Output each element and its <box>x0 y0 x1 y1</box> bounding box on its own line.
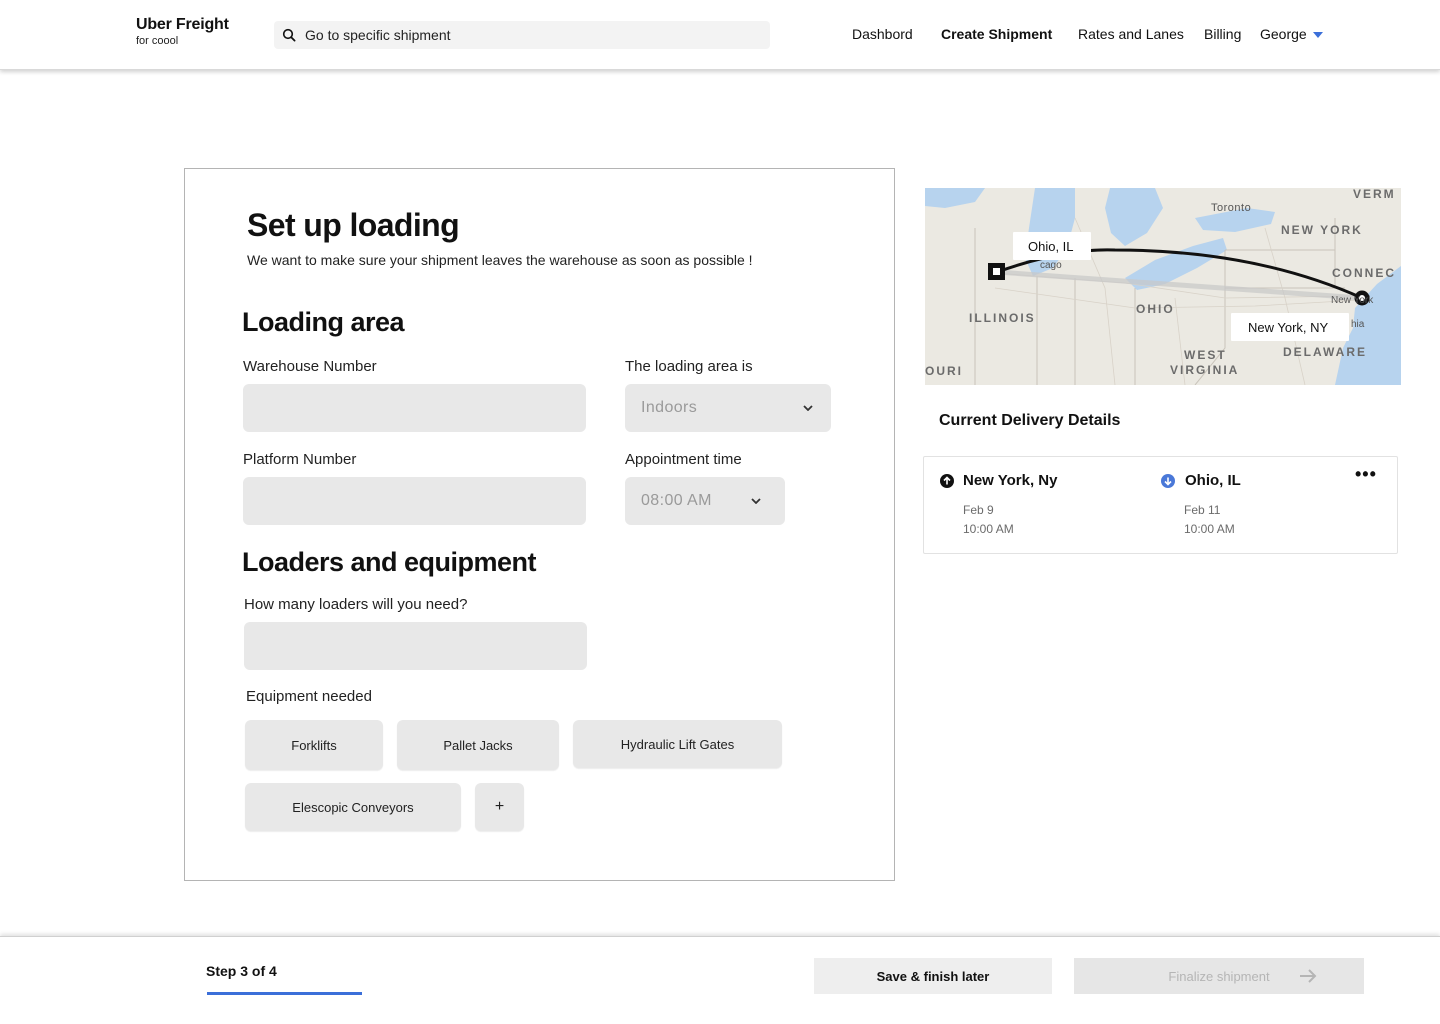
finalize-shipment-label: Finalize shipment <box>1168 968 1270 984</box>
route-map[interactable]: Toronto NEW YORK VERM CONNEC ILLINOIS OH… <box>925 188 1401 385</box>
map-label-connecticut: CONNEC <box>1332 266 1396 280</box>
appointment-time-select[interactable]: 08:00 AM <box>625 477 785 525</box>
dropoff-arrow-down-icon <box>1161 474 1175 488</box>
origin-callout-text: Ohio, IL <box>1028 239 1074 254</box>
equipment-chip-conveyors[interactable]: Elescopic Conveyors <box>245 783 461 831</box>
loaders-heading: Loaders and equipment <box>242 547 537 577</box>
dropoff-time: 10:00 AM <box>1184 522 1235 536</box>
loaders-count-label: How many loaders will you need? <box>244 596 468 613</box>
page-title: Set up loading <box>247 207 460 243</box>
page-subtitle: We want to make sure your shipment leave… <box>247 252 753 268</box>
map-label-illinois: ILLINOIS <box>969 311 1036 325</box>
loading-area-value: Indoors <box>641 399 698 416</box>
dropoff-date: Feb 11 <box>1184 503 1221 517</box>
nav-create-shipment[interactable]: Create Shipment <box>941 26 1052 42</box>
loaders-count-input[interactable] <box>244 622 587 670</box>
map-label-philadelphia: hia <box>1351 319 1365 330</box>
pickup-time: 10:00 AM <box>963 522 1014 536</box>
equipment-chip-hydraulic-lift-gates[interactable]: Hydraulic Lift Gates <box>573 720 782 768</box>
caret-down-icon <box>1312 32 1323 38</box>
map-label-chicago: cago <box>1040 260 1062 271</box>
map-label-toronto: Toronto <box>1211 202 1251 214</box>
top-navbar: Uber Freight for coool Dashbord Create S… <box>0 0 1440 70</box>
delivery-details-card: New York, Ny Feb 9 10:00 AM Ohio, IL Feb… <box>923 456 1398 554</box>
equipment-chip-pallet-jacks[interactable]: Pallet Jacks <box>397 720 559 770</box>
map-label-new-york-city: New York <box>1331 295 1374 306</box>
brand-subtitle: for coool <box>136 35 179 47</box>
chevron-down-icon <box>803 405 813 411</box>
step-indicator: Step 3 of 4 <box>206 963 277 979</box>
platform-number-input[interactable] <box>243 477 586 525</box>
map-label-delaware: DELAWARE <box>1283 345 1367 359</box>
map-label-virginia: VIRGINIA <box>1170 363 1239 377</box>
warehouse-number-field[interactable] <box>243 384 586 432</box>
search-icon <box>282 28 296 42</box>
save-finish-later-label: Save & finish later <box>876 968 990 984</box>
search-input[interactable] <box>305 27 745 43</box>
map-label-west: WEST <box>1184 348 1227 362</box>
more-options-icon[interactable]: ••• <box>1355 465 1377 483</box>
brand-name: Uber Freight <box>136 16 229 33</box>
pickup-city: New York, Ny <box>963 472 1058 489</box>
map-label-missouri: OURI <box>925 364 963 378</box>
step-progress-bar <box>207 992 362 995</box>
arrow-right-icon <box>1300 969 1317 983</box>
brand-logo[interactable]: Uber Freight for coool <box>136 16 229 48</box>
loading-setup-card: Set up loading We want to make sure your… <box>184 168 895 881</box>
shipment-search[interactable] <box>274 21 770 49</box>
pickup-arrow-up-icon <box>940 474 954 488</box>
appointment-time-label: Appointment time <box>625 451 742 468</box>
warehouse-number-label: Warehouse Number <box>243 358 377 375</box>
equipment-chip-forklifts[interactable]: Forklifts <box>245 720 383 770</box>
finalize-shipment-button[interactable]: Finalize shipment <box>1074 958 1364 994</box>
nav-rates-and-lanes[interactable]: Rates and Lanes <box>1078 26 1184 42</box>
map-label-ohio: OHIO <box>1136 302 1175 316</box>
warehouse-number-input[interactable] <box>243 384 586 432</box>
nav-dashboard[interactable]: Dashbord <box>852 26 913 42</box>
user-name: George <box>1260 26 1307 42</box>
user-menu[interactable]: George <box>1260 26 1323 42</box>
pickup-date: Feb 9 <box>963 503 994 517</box>
delivery-details-title: Current Delivery Details <box>939 412 1121 429</box>
map-canvas: Toronto NEW YORK VERM CONNEC ILLINOIS OH… <box>925 188 1401 385</box>
map-label-vermont: VERM <box>1353 188 1396 201</box>
nav-billing[interactable]: Billing <box>1204 26 1241 42</box>
add-equipment-button[interactable]: + <box>475 783 524 831</box>
platform-number-label: Platform Number <box>243 451 357 468</box>
equipment-label: Equipment needed <box>246 688 372 705</box>
appointment-time-value: 08:00 AM <box>641 492 712 509</box>
loaders-count-field[interactable] <box>244 622 587 670</box>
destination-callout: New York, NY <box>1231 313 1349 341</box>
map-label-new-york-state: NEW YORK <box>1281 223 1363 237</box>
origin-callout: Ohio, IL <box>1013 232 1091 260</box>
loading-area-heading: Loading area <box>242 307 405 337</box>
destination-callout-text: New York, NY <box>1248 320 1329 335</box>
platform-number-field[interactable] <box>243 477 586 525</box>
loading-area-type-label: The loading area is <box>625 358 753 375</box>
save-finish-later-button[interactable]: Save & finish later <box>814 958 1052 994</box>
chevron-down-icon <box>751 498 761 504</box>
loading-area-select[interactable]: Indoors <box>625 384 831 432</box>
dropoff-city: Ohio, IL <box>1185 472 1241 489</box>
wizard-footer: Step 3 of 4 Save & finish later Finalize… <box>0 936 1440 1024</box>
